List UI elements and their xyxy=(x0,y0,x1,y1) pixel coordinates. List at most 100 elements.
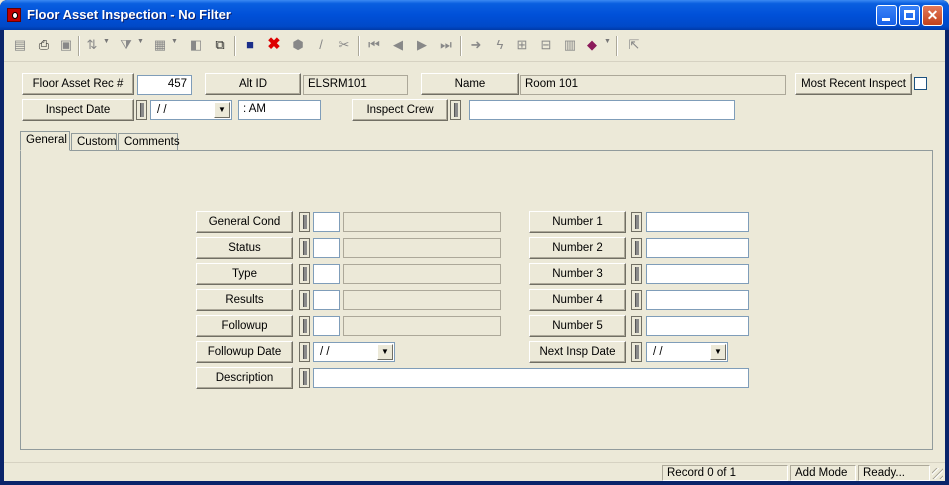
goto-icon[interactable]: ➜ xyxy=(466,35,486,55)
last-record-icon[interactable]: ⏭ xyxy=(436,35,456,55)
inspect-date-label-button[interactable]: Inspect Date xyxy=(22,99,134,121)
chevron-down-icon[interactable]: ▼ xyxy=(377,344,393,360)
status-desc-field xyxy=(343,238,501,258)
sort-dropdown-icon[interactable]: ▼ xyxy=(103,38,110,45)
status-bar: Record 0 of 1 Add Mode Ready... xyxy=(4,462,945,481)
chevron-down-icon[interactable]: ▼ xyxy=(710,344,726,360)
number-4-indicator xyxy=(631,290,642,310)
results-indicator xyxy=(299,290,310,310)
number-5-indicator xyxy=(631,316,642,336)
filter-icon[interactable]: ⧩ xyxy=(116,35,136,55)
description-field[interactable] xyxy=(313,368,749,388)
followup-label-button[interactable]: Followup xyxy=(196,315,293,337)
status-code-field[interactable] xyxy=(313,238,340,258)
report-icon[interactable]: ▦ xyxy=(150,35,170,55)
general-cond-code-field[interactable] xyxy=(313,212,340,232)
followup-date-combo[interactable]: / / ▼ xyxy=(313,342,395,362)
next-insp-date-combo[interactable]: / / ▼ xyxy=(646,342,728,362)
calculator-icon[interactable]: ▥ xyxy=(560,35,580,55)
inspect-crew-field[interactable] xyxy=(469,100,735,120)
app-icon[interactable] xyxy=(7,8,21,22)
number-1-indicator xyxy=(631,212,642,232)
rec-number-field[interactable]: 457 xyxy=(137,75,192,95)
inspect-date-value: / / xyxy=(157,104,167,116)
followup-date-label-button[interactable]: Followup Date xyxy=(196,341,293,363)
hierarchy-icon[interactable]: ⊟ xyxy=(536,35,556,55)
followup-code-field[interactable] xyxy=(313,316,340,336)
number-5-field[interactable] xyxy=(646,316,749,336)
followup-desc-field xyxy=(343,316,501,336)
chevron-down-icon[interactable]: ▼ xyxy=(214,102,230,118)
number-4-field[interactable] xyxy=(646,290,749,310)
general-cond-indicator xyxy=(299,212,310,232)
type-code-field[interactable] xyxy=(313,264,340,284)
general-cond-label-button[interactable]: General Cond xyxy=(196,211,293,233)
inspect-date-combo[interactable]: / / ▼ xyxy=(150,100,232,120)
book-icon[interactable]: ◆ xyxy=(582,35,602,55)
most-recent-inspect-button[interactable]: Most Recent Inspect xyxy=(795,73,912,95)
number-3-field[interactable] xyxy=(646,264,749,284)
type-label-button[interactable]: Type xyxy=(196,263,293,285)
type-indicator xyxy=(299,264,310,284)
followup-date-value: / / xyxy=(320,346,330,358)
previous-record-icon[interactable]: ◀ xyxy=(388,35,408,55)
followup-date-indicator xyxy=(299,342,310,362)
report-dropdown-icon[interactable]: ▼ xyxy=(171,38,178,45)
inspect-crew-indicator xyxy=(450,100,461,120)
copy-record-icon[interactable]: ⧉ xyxy=(210,35,230,55)
description-indicator xyxy=(299,368,310,388)
alt-id-label-button[interactable]: Alt ID xyxy=(205,73,301,95)
results-code-field[interactable] xyxy=(313,290,340,310)
inspect-crew-label-button[interactable]: Inspect Crew xyxy=(352,99,448,121)
number-3-label-button[interactable]: Number 3 xyxy=(529,263,626,285)
number-2-field[interactable] xyxy=(646,238,749,258)
window-title: Floor Asset Inspection - No Filter xyxy=(27,7,231,22)
app-window: Floor Asset Inspection - No Filter ✕ ▤ ⎙… xyxy=(0,0,949,485)
tab-general[interactable]: General xyxy=(20,131,70,151)
edit-icon[interactable]: / xyxy=(311,35,331,55)
status-label-button[interactable]: Status xyxy=(196,237,293,259)
results-label-button[interactable]: Results xyxy=(196,289,293,311)
toolbar: ▤ ⎙ ▣ ⇅ ▼ ⧩ ▼ ▦ ▼ ◧ ⧉ ■ ✖ ⬢ / ✂ ⏮ ◀ ▶ ⏭ … xyxy=(4,30,945,62)
sort-icon[interactable]: ⇅ xyxy=(82,35,102,55)
status-indicator xyxy=(299,238,310,258)
record-count: Record 0 of 1 xyxy=(662,465,788,481)
followup-indicator xyxy=(299,316,310,336)
title-bar[interactable]: Floor Asset Inspection - No Filter ✕ xyxy=(0,0,949,30)
number-5-label-button[interactable]: Number 5 xyxy=(529,315,626,337)
filter-dropdown-icon[interactable]: ▼ xyxy=(137,38,144,45)
number-2-label-button[interactable]: Number 2 xyxy=(529,237,626,259)
tree-icon[interactable]: ⊞ xyxy=(512,35,532,55)
description-label-button[interactable]: Description xyxy=(196,367,293,389)
first-record-icon[interactable]: ⏮ xyxy=(364,35,384,55)
print-preview-icon[interactable]: ▣ xyxy=(56,35,76,55)
name-label-button[interactable]: Name xyxy=(421,73,519,95)
quick-icon[interactable]: ϟ xyxy=(490,35,510,55)
mode-indicator: Add Mode xyxy=(790,465,856,481)
print-icon[interactable]: ⎙ xyxy=(34,35,54,55)
rec-label-button[interactable]: Floor Asset Rec # xyxy=(22,73,134,95)
number-1-field[interactable] xyxy=(646,212,749,232)
number-4-label-button[interactable]: Number 4 xyxy=(529,289,626,311)
properties-icon[interactable]: ◧ xyxy=(186,35,206,55)
type-desc-field xyxy=(343,264,501,284)
form-view-icon[interactable]: ▤ xyxy=(10,35,30,55)
next-insp-date-label-button[interactable]: Next Insp Date xyxy=(529,341,626,363)
number-1-label-button[interactable]: Number 1 xyxy=(529,211,626,233)
export-icon[interactable]: ⇱ xyxy=(624,35,644,55)
cut-icon[interactable]: ✂ xyxy=(334,35,354,55)
close-button[interactable]: ✕ xyxy=(922,5,943,26)
resize-grip[interactable] xyxy=(932,468,943,479)
alt-id-field: ELSRM101 xyxy=(303,75,408,95)
maximize-button[interactable] xyxy=(899,5,920,26)
book-dropdown-icon[interactable]: ▼ xyxy=(604,38,611,45)
delete-icon[interactable]: ✖ xyxy=(264,35,284,55)
most-recent-inspect-checkbox[interactable] xyxy=(914,77,927,90)
next-record-icon[interactable]: ▶ xyxy=(412,35,432,55)
inspect-time-field[interactable]: : AM xyxy=(238,100,321,120)
save-icon[interactable]: ■ xyxy=(240,35,260,55)
next-insp-date-indicator xyxy=(631,342,642,362)
find-icon[interactable]: ⬢ xyxy=(288,35,308,55)
number-3-indicator xyxy=(631,264,642,284)
minimize-button[interactable] xyxy=(876,5,897,26)
